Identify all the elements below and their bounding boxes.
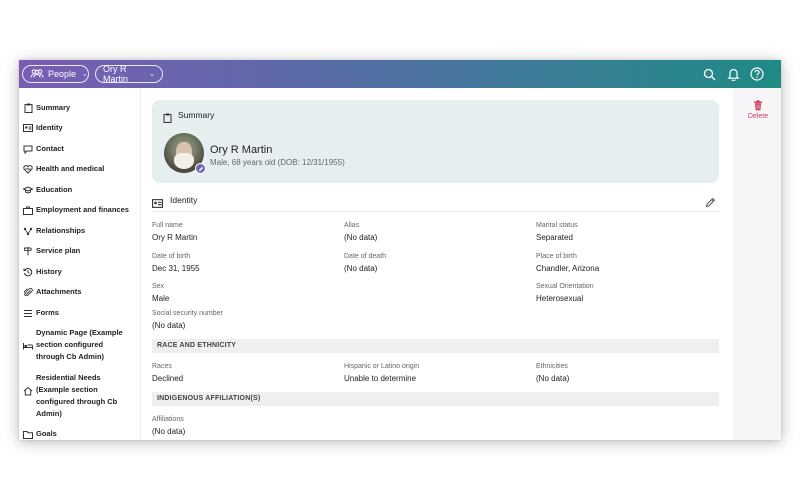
summary-card: Summary Ory R Martin Male, 68 years old … [152, 100, 719, 183]
sidebar-item-label: Summary [36, 103, 71, 112]
person-label: Ory R Martin [103, 64, 129, 84]
chat-icon [23, 144, 33, 154]
sidebar-item-summary[interactable]: Summary [23, 102, 139, 114]
field-date-of-birth: Date of birth Dec 31, 1955 [152, 253, 200, 273]
bed-icon [23, 341, 33, 351]
sidebar-item-contact[interactable]: Contact [23, 143, 139, 155]
summary-title: Summary [178, 110, 215, 120]
chevron-down-icon: ⌄ [82, 71, 88, 78]
race-ethnicity-band: RACE AND ETHNICITY [152, 339, 719, 353]
help-icon[interactable] [749, 66, 765, 82]
sidebar-item-label: Education [36, 185, 73, 194]
id-card-icon [152, 195, 163, 213]
sidebar-item-goals[interactable]: Goals [23, 428, 139, 440]
edit-identity-icon[interactable] [705, 195, 717, 208]
field-ethnicities: Ethnicities (No data) [536, 363, 570, 383]
main-content: Summary Ory R Martin Male, 68 years old … [141, 88, 733, 440]
field-ssn: Social security number (No data) [152, 310, 223, 330]
people-label: People [48, 69, 77, 79]
field-marital-status: Marital status Separated [536, 222, 578, 242]
sidebar-item-identity[interactable]: Identity [23, 122, 139, 134]
trash-icon [743, 100, 773, 113]
sidebar-item-health[interactable]: Health and medical [23, 163, 139, 175]
sidebar-item-label: Relationships [36, 226, 86, 235]
sidebar-item-dynamic-page[interactable]: Dynamic Page (Example section configured… [23, 327, 139, 363]
clipboard-icon [163, 110, 172, 128]
people-dropdown[interactable]: People ⌄ [22, 65, 89, 83]
sidebar-item-service-plan[interactable]: Service plan [23, 245, 139, 257]
sidebar-item-label: Identity [36, 123, 63, 132]
field-sexual-orientation: Sexual Orientation Heterosexual [536, 283, 594, 303]
indigenous-affiliation-band: INDIGENOUS AFFILIATION(S) [152, 392, 719, 406]
field-sex: Sex Male [152, 283, 170, 303]
sidebar-item-label: Dynamic Page (Example section configured… [36, 328, 123, 361]
home-icon [23, 386, 33, 396]
network-icon [23, 226, 33, 236]
clipboard-icon [23, 103, 33, 113]
identity-section-header: Identity [152, 194, 719, 212]
person-name: Ory R Martin [210, 144, 273, 156]
list-icon [23, 308, 33, 318]
id-card-icon [23, 123, 33, 133]
sidebar-item-attachments[interactable]: Attachments [23, 286, 139, 298]
person-meta: Male, 68 years old (DOB: 12/31/1955) [210, 158, 345, 167]
identity-title: Identity [170, 195, 198, 205]
sidebar-item-history[interactable]: History [23, 266, 139, 278]
field-date-of-death: Date of death (No data) [344, 253, 387, 273]
field-affiliations: Affiliations (No data) [152, 416, 186, 436]
sidebar-item-relationships[interactable]: Relationships [23, 225, 139, 237]
action-panel: Delete [733, 88, 781, 440]
heart-icon [23, 164, 33, 174]
edit-photo-button[interactable] [195, 163, 206, 174]
folder-icon [23, 429, 33, 439]
person-dropdown[interactable]: Ory R Martin ⌄ [95, 64, 163, 84]
field-races: Races Declined [152, 363, 184, 383]
sidebar-item-label: Forms [36, 308, 59, 317]
sidebar-item-label: Attachments [36, 287, 82, 296]
app-window: People ⌄ Ory R Martin ⌄ Summary Identity… [19, 60, 781, 440]
history-icon [23, 267, 33, 277]
pencil-icon [198, 166, 203, 171]
sidebar-item-label: Service plan [36, 246, 81, 255]
field-full-name: Full name Ory R Martin [152, 222, 198, 242]
bell-icon[interactable] [725, 66, 741, 82]
field-place-of-birth: Place of birth Chandler, Arizona [536, 253, 600, 273]
briefcase-icon [23, 205, 33, 215]
search-icon[interactable] [701, 66, 717, 82]
sidebar-item-label: Residential Needs (Example section confi… [36, 373, 118, 418]
delete-button[interactable]: Delete [743, 100, 773, 120]
top-bar: People ⌄ Ory R Martin ⌄ [19, 60, 781, 88]
sidebar-item-label: History [36, 267, 62, 276]
field-alias: Alias (No data) [344, 222, 378, 242]
graduation-cap-icon [23, 185, 33, 195]
chevron-down-icon: ⌄ [149, 71, 155, 78]
field-hispanic-origin: Hispanic or Latino origin Unable to dete… [344, 363, 420, 383]
signpost-icon [23, 246, 33, 256]
sidebar: Summary Identity Contact Health and medi… [19, 88, 141, 440]
sidebar-item-label: Employment and finances [36, 205, 129, 214]
sidebar-item-forms[interactable]: Forms [23, 307, 139, 319]
sidebar-item-label: Goals [36, 429, 57, 438]
paperclip-icon [23, 287, 33, 297]
sidebar-item-education[interactable]: Education [23, 184, 139, 196]
sidebar-item-residential-needs[interactable]: Residential Needs (Example section confi… [23, 372, 139, 420]
people-icon [30, 68, 44, 80]
sidebar-item-label: Health and medical [36, 164, 105, 173]
sidebar-item-employment[interactable]: Employment and finances [23, 204, 139, 216]
sidebar-item-label: Contact [36, 144, 64, 153]
delete-label: Delete [747, 113, 769, 120]
